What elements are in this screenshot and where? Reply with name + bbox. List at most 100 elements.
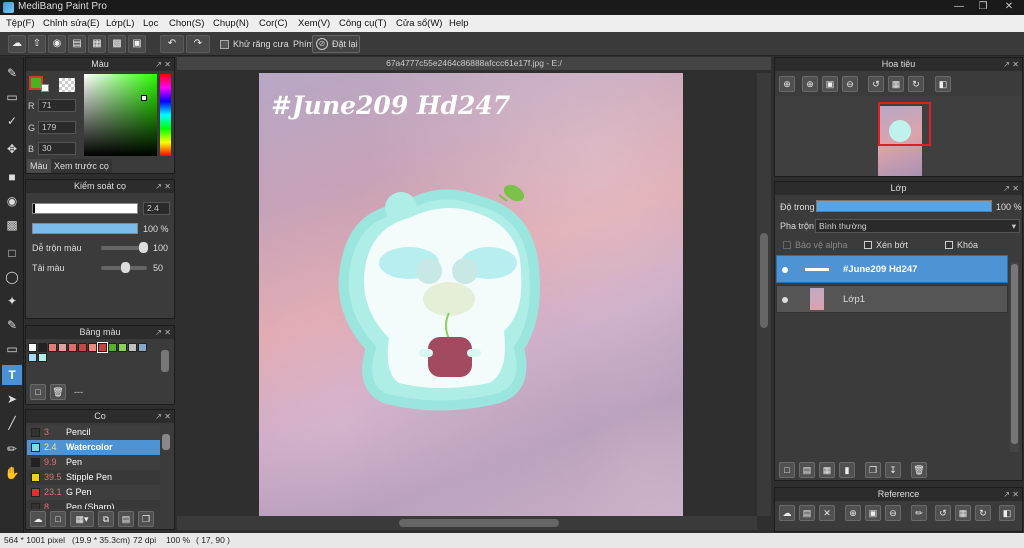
reference-rotate-left-icon[interactable]: ↺ (935, 505, 951, 521)
rotate-right-icon[interactable]: ↻ (908, 76, 924, 92)
popout-icon[interactable]: ↗ (1003, 182, 1010, 195)
brush-item[interactable]: 8 Pen (Sharp) (27, 500, 160, 509)
fit-icon[interactable]: ▣ (822, 76, 838, 92)
brush-dropdown-icon[interactable]: ▦▾ (70, 511, 94, 527)
hue-slider[interactable] (160, 74, 171, 156)
popout-icon[interactable]: ↗ (155, 326, 162, 339)
color-picker-cursor[interactable] (141, 95, 147, 101)
shape-tool-icon[interactable]: ■ (2, 167, 22, 187)
brush-tool-icon[interactable]: ✎ (2, 63, 22, 83)
palette-swatch[interactable] (108, 343, 117, 352)
palette-swatch[interactable] (138, 343, 147, 352)
r-input[interactable]: 71 (38, 99, 76, 112)
b-input[interactable]: 30 (38, 142, 76, 155)
reset-snap-button[interactable]: ⊘ Đặt lại (312, 35, 360, 53)
new-layer-icon[interactable]: □ (779, 462, 795, 478)
fill-tool-icon[interactable]: ◉ (2, 191, 22, 211)
select-rect-icon[interactable]: □ (2, 243, 22, 263)
panel-close-icon[interactable]: ✕ (164, 410, 171, 423)
hscroll-thumb[interactable] (399, 519, 559, 527)
popout-icon[interactable]: ↗ (1003, 488, 1010, 501)
layer-row[interactable]: Lớp1 (776, 285, 1008, 313)
menu-color[interactable]: Cor(C) (259, 18, 288, 29)
new-brush-icon[interactable]: □ (50, 511, 66, 527)
menu-edit[interactable]: Chỉnh sửa(E) (43, 18, 100, 29)
copy-brush-icon[interactable]: ⧉ (98, 511, 114, 527)
popout-icon[interactable]: ↗ (1003, 58, 1010, 71)
layer-scrollbar[interactable] (1010, 262, 1019, 452)
dot-tool-icon[interactable]: ✓ (2, 111, 22, 131)
layer-folder-icon[interactable]: ▮ (839, 462, 855, 478)
brush-cloud-icon[interactable]: ☁ (30, 511, 46, 527)
new-palette-icon[interactable]: □ (30, 384, 46, 400)
text-tool-icon[interactable]: T (2, 365, 22, 385)
reference-rotate-right-icon[interactable]: ↻ (975, 505, 991, 521)
eraser-tool-icon[interactable]: ▭ (2, 87, 22, 107)
brush-size-input[interactable]: 2.4 (143, 202, 170, 215)
menu-file[interactable]: Tệp(F) (6, 18, 35, 29)
maximize-icon[interactable]: ❐ (970, 0, 996, 14)
transparent-swatch[interactable] (59, 78, 75, 92)
comment-icon[interactable]: ◉ (48, 35, 66, 53)
reference-cloud-icon[interactable]: ☁ (779, 505, 795, 521)
panel-close-icon[interactable]: ✕ (1012, 488, 1019, 501)
visibility-icon[interactable] (782, 297, 788, 303)
zoom-in-2-icon[interactable]: ⊕ (802, 76, 818, 92)
reference-close-icon[interactable]: ✕ (819, 505, 835, 521)
close-icon[interactable]: ✕ (996, 0, 1022, 14)
panel-close-icon[interactable]: ✕ (164, 58, 171, 71)
visibility-icon[interactable] (782, 267, 788, 273)
clipping-checkbox[interactable] (864, 241, 872, 249)
brush-item[interactable]: 9.9 Pen (27, 455, 160, 470)
brush-item[interactable]: 23.1 G Pen (27, 485, 160, 500)
reload-slider-thumb[interactable] (121, 262, 130, 273)
brush-opacity-slider[interactable] (32, 223, 138, 234)
lock-checkbox[interactable] (945, 241, 953, 249)
layer-row[interactable]: #June209 Hd247 (776, 255, 1008, 283)
brush-size-slider[interactable] (32, 203, 138, 214)
brush-item[interactable]: 2.4 Watercolor (27, 440, 160, 455)
protect-alpha-checkbox[interactable] (783, 241, 791, 249)
palette-swatch[interactable] (38, 353, 47, 362)
select-eraser-icon[interactable]: ▭ (2, 339, 22, 359)
brush-item[interactable]: 39.5 Stipple Pen (27, 470, 160, 485)
merge-layer-icon[interactable]: ↧ (885, 462, 901, 478)
palette-swatch[interactable] (88, 343, 97, 352)
tab-color[interactable]: Màu (27, 159, 51, 173)
palette-swatch[interactable] (28, 343, 37, 352)
drawing-canvas[interactable]: #June209 Hd247 (259, 73, 683, 516)
palette-swatch[interactable] (78, 343, 87, 352)
popout-icon[interactable]: ↗ (155, 410, 162, 423)
palette-swatch[interactable] (68, 343, 77, 352)
canvas-vscrollbar[interactable] (757, 73, 771, 516)
reference-open-icon[interactable]: ▤ (799, 505, 815, 521)
menu-filter[interactable]: Lọc (143, 18, 158, 29)
layer-opacity-slider[interactable] (816, 200, 992, 212)
palette-swatch[interactable] (128, 343, 137, 352)
menu-help[interactable]: Help (449, 18, 469, 29)
flip-icon[interactable]: ◧ (935, 76, 951, 92)
panel-close-icon[interactable]: ✕ (164, 180, 171, 193)
navigator-preview[interactable] (775, 96, 1022, 176)
navigator-viewport-frame[interactable] (878, 102, 931, 146)
brush-duplicate-icon[interactable]: ❐ (138, 511, 154, 527)
new-halftone-layer-icon[interactable]: ▤ (799, 462, 815, 478)
panel-close-icon[interactable]: ✕ (1012, 58, 1019, 71)
menu-snap[interactable]: Chụp(N) (213, 18, 249, 29)
menu-select[interactable]: Chọn(S) (169, 18, 204, 29)
document-icon[interactable]: ▤ (68, 35, 86, 53)
storyboard-icon[interactable]: ▩ (108, 35, 126, 53)
page-icon[interactable]: ▦ (88, 35, 106, 53)
gradient-tool-icon[interactable]: ▩ (2, 215, 22, 235)
reference-fit-icon[interactable]: ▣ (865, 505, 881, 521)
palette-swatch[interactable] (38, 343, 47, 352)
menu-window[interactable]: Cửa sổ(W) (396, 18, 442, 29)
vscroll-thumb[interactable] (760, 233, 768, 328)
reference-zoom-in-icon[interactable]: ⊕ (845, 505, 861, 521)
eyedropper-icon[interactable]: ✏ (2, 439, 22, 459)
duplicate-layer-icon[interactable]: ❐ (865, 462, 881, 478)
divide-tool-icon[interactable]: ╱ (2, 413, 22, 433)
rotate-left-icon[interactable]: ↺ (868, 76, 884, 92)
zoom-out-icon[interactable]: ⊖ (842, 76, 858, 92)
palette-swatch[interactable] (58, 343, 67, 352)
